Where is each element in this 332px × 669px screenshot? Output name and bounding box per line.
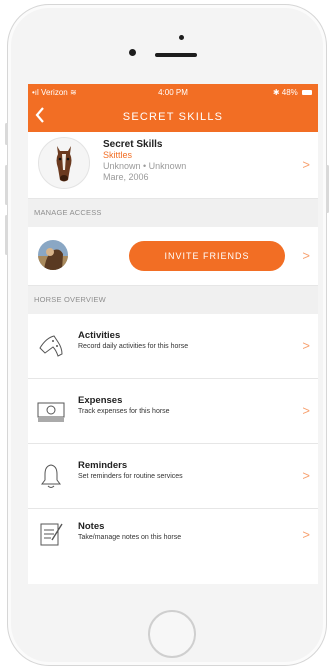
chevron-right-icon: > (302, 157, 310, 172)
section-header-horse-overview: HORSE OVERVIEW (28, 286, 318, 314)
bell-icon (41, 464, 61, 488)
item-title: Notes (78, 521, 105, 532)
chevron-right-icon: > (302, 468, 310, 483)
chevron-right-icon: > (302, 403, 310, 418)
mute-switch (5, 123, 8, 145)
manage-access-row: INVITE FRIENDS > (28, 227, 318, 286)
item-subtitle: Set reminders for routine services (78, 473, 183, 480)
app-screen: •ıl Verizon ≋ 4:00 PM ✱ 48% SECRET SKILL… (28, 84, 318, 584)
horseshoe-icon (39, 335, 63, 357)
volume-down-button (5, 215, 8, 255)
chevron-right-icon: > (302, 248, 310, 263)
horse-photo (38, 137, 90, 189)
invite-friends-button[interactable]: INVITE FRIENDS (129, 241, 285, 271)
horse-head-image (56, 146, 72, 182)
user-avatar[interactable] (38, 240, 68, 270)
horse-sex-year: Mare, 2006 (103, 172, 149, 182)
chevron-right-icon: > (302, 527, 310, 542)
item-title: Activities (78, 330, 121, 341)
volume-up-button (5, 165, 8, 205)
item-subtitle: Take/manage notes on this horse (78, 534, 182, 541)
avatar-image (38, 240, 68, 270)
money-icon (37, 402, 65, 422)
page-title: SECRET SKILLS (122, 111, 224, 123)
horse-profile-row[interactable]: Secret Skills Skittles Unknown • Unknown… (28, 132, 318, 199)
battery-indicator: ✱ 48% (273, 88, 312, 97)
front-camera (129, 49, 136, 56)
proximity-sensor (179, 35, 184, 40)
chevron-right-icon: > (302, 338, 310, 353)
bluetooth-icon: ✱ (272, 88, 280, 97)
power-button (326, 165, 329, 213)
battery-icon (302, 90, 312, 96)
horse-barn-name: Skittles (103, 150, 133, 160)
item-subtitle: Track expenses for this horse (78, 408, 170, 415)
overview-item-reminders[interactable]: Reminders Set reminders for routine serv… (28, 444, 318, 509)
earpiece-speaker (155, 53, 197, 57)
item-subtitle: Record daily activities for this horse (78, 343, 189, 350)
horse-name: Secret Skills (103, 139, 163, 150)
item-title: Expenses (78, 395, 123, 406)
horse-breed: Unknown • Unknown (103, 161, 187, 171)
overview-item-activities[interactable]: Activities Record daily activities for t… (28, 314, 318, 379)
horse-details: Secret Skills Skittles Unknown • Unknown… (103, 139, 186, 183)
overview-item-notes[interactable]: Notes Take/manage notes on this horse > (28, 509, 318, 564)
section-header-manage-access: MANAGE ACCESS (28, 199, 318, 227)
notes-icon (40, 523, 63, 546)
home-button[interactable] (148, 610, 196, 658)
status-bar: •ıl Verizon ≋ 4:00 PM ✱ 48% (28, 84, 318, 102)
nav-bar: SECRET SKILLS (28, 102, 318, 132)
item-title: Reminders (78, 460, 128, 471)
overview-item-expenses[interactable]: Expenses Track expenses for this horse > (28, 379, 318, 444)
